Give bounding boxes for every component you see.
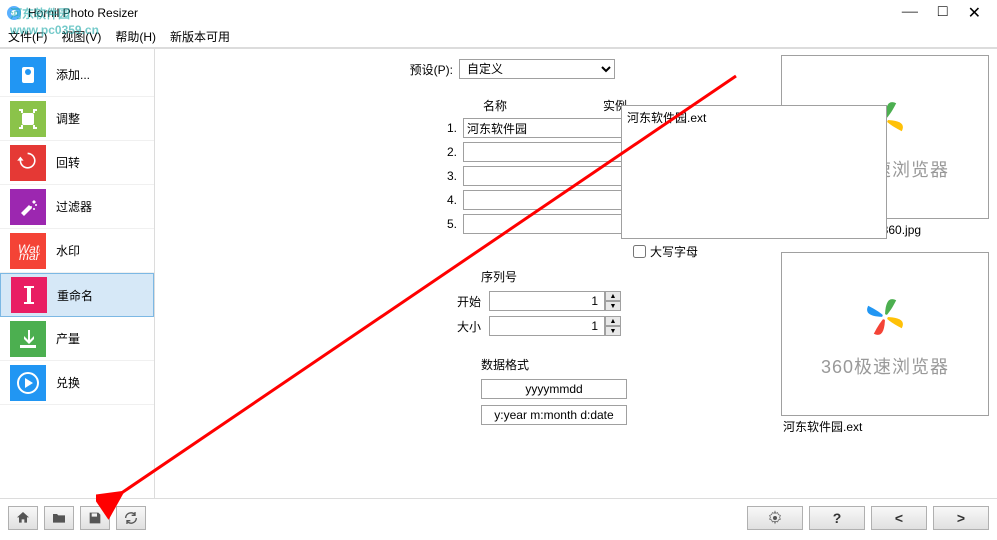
name-input-3[interactable] (463, 166, 625, 186)
sidebar-item-output[interactable]: 产量 (0, 317, 154, 361)
datefmt-input[interactable] (481, 379, 627, 399)
preview-path-2: 河东软件园.ext (781, 418, 985, 435)
rename-icon (11, 277, 47, 313)
sidebar-label: 兑换 (56, 374, 80, 391)
row-num: 2. (435, 145, 463, 159)
spin-up-icon[interactable]: ▲ (605, 291, 621, 301)
watermark-icon: Watermark (10, 233, 46, 269)
bottombar: ? < > (0, 498, 997, 536)
row-num: 4. (435, 193, 463, 207)
menu-view[interactable]: 视图(V) (61, 28, 101, 45)
rotate-icon (10, 145, 46, 181)
next-button[interactable]: > (933, 506, 989, 530)
seq-title: 序列号 (481, 268, 757, 285)
seq-size-input[interactable] (489, 316, 605, 336)
pinwheel-icon (857, 289, 913, 345)
sidebar-label: 调整 (56, 110, 80, 127)
caps-checkbox[interactable] (633, 245, 646, 258)
titlebar: Hornil Photo Resizer — □ ✕ (0, 0, 997, 26)
svg-text:mark: mark (19, 249, 40, 263)
sidebar-item-convert[interactable]: 兑换 (0, 361, 154, 405)
menu-file[interactable]: 文件(F) (8, 28, 47, 45)
datefmt-hint: y:year m:month d:date (481, 405, 627, 425)
resize-icon (10, 101, 46, 137)
close-button[interactable]: ✕ (968, 3, 981, 23)
row-num: 1. (435, 121, 463, 135)
sidebar-label: 添加... (56, 66, 90, 83)
settings-button[interactable] (747, 506, 803, 530)
menubar: 文件(F) 视图(V) 帮助(H) 新版本可用 (0, 26, 997, 48)
add-icon (10, 57, 46, 93)
spin-up-icon[interactable]: ▲ (605, 316, 621, 326)
datefmt-title: 数据格式 (481, 356, 757, 373)
preview-brand: 360极速浏览器 (821, 353, 949, 379)
help-button[interactable]: ? (809, 506, 865, 530)
prev-button[interactable]: < (871, 506, 927, 530)
sidebar-label: 水印 (56, 242, 80, 259)
row-num: 5. (435, 217, 463, 231)
preset-select[interactable]: 自定义 (459, 59, 615, 79)
sidebar-label: 过滤器 (56, 198, 92, 215)
name-input-1[interactable] (463, 118, 625, 138)
sidebar-item-resize[interactable]: 调整 (0, 97, 154, 141)
spin-down-icon[interactable]: ▼ (605, 326, 621, 336)
maximize-button[interactable]: □ (938, 3, 948, 23)
sidebar-label: 重命名 (57, 287, 93, 304)
minimize-button[interactable]: — (902, 3, 918, 23)
save-button[interactable] (80, 506, 110, 530)
window-title: Hornil Photo Resizer (28, 6, 138, 20)
preset-label: 预设(P): (405, 61, 453, 78)
refresh-button[interactable] (116, 506, 146, 530)
filter-icon (10, 189, 46, 225)
row-num: 3. (435, 169, 463, 183)
spin-down-icon[interactable]: ▼ (605, 301, 621, 311)
output-icon (10, 321, 46, 357)
menu-help[interactable]: 帮助(H) (115, 28, 156, 45)
sidebar: 添加... 调整 回转 过滤器 Watermark 水印 重命名 产量 兑换 (0, 49, 155, 498)
seq-size-label: 大小 (441, 318, 481, 335)
name-input-4[interactable] (463, 190, 625, 210)
sidebar-item-filter[interactable]: 过滤器 (0, 185, 154, 229)
open-button[interactable] (44, 506, 74, 530)
home-button[interactable] (8, 506, 38, 530)
name-input-5[interactable] (463, 214, 625, 234)
name-input-2[interactable] (463, 142, 625, 162)
example-text: 河东软件园.ext (627, 111, 706, 125)
preview-box-2: 360极速浏览器 (781, 252, 989, 416)
example-box: 河东软件园.ext (621, 105, 887, 239)
seq-start-input[interactable] (489, 291, 605, 311)
sidebar-label: 产量 (56, 330, 80, 347)
sidebar-label: 回转 (56, 154, 80, 171)
seq-start-label: 开始 (441, 293, 481, 310)
sidebar-item-add[interactable]: 添加... (0, 53, 154, 97)
sidebar-item-watermark[interactable]: Watermark 水印 (0, 229, 154, 273)
menu-update[interactable]: 新版本可用 (170, 28, 230, 45)
name-header: 名称 (435, 97, 603, 114)
convert-icon (10, 365, 46, 401)
content-panel: 预设(P): 自定义 名称 实例 1.▼ 2.▼ 3.▼ 4.▼ 5.▼ 河东软… (155, 49, 777, 498)
caps-label: 大写字母 (650, 243, 698, 260)
app-icon (6, 5, 22, 21)
sidebar-item-rename[interactable]: 重命名 (0, 273, 154, 317)
sidebar-item-rotate[interactable]: 回转 (0, 141, 154, 185)
